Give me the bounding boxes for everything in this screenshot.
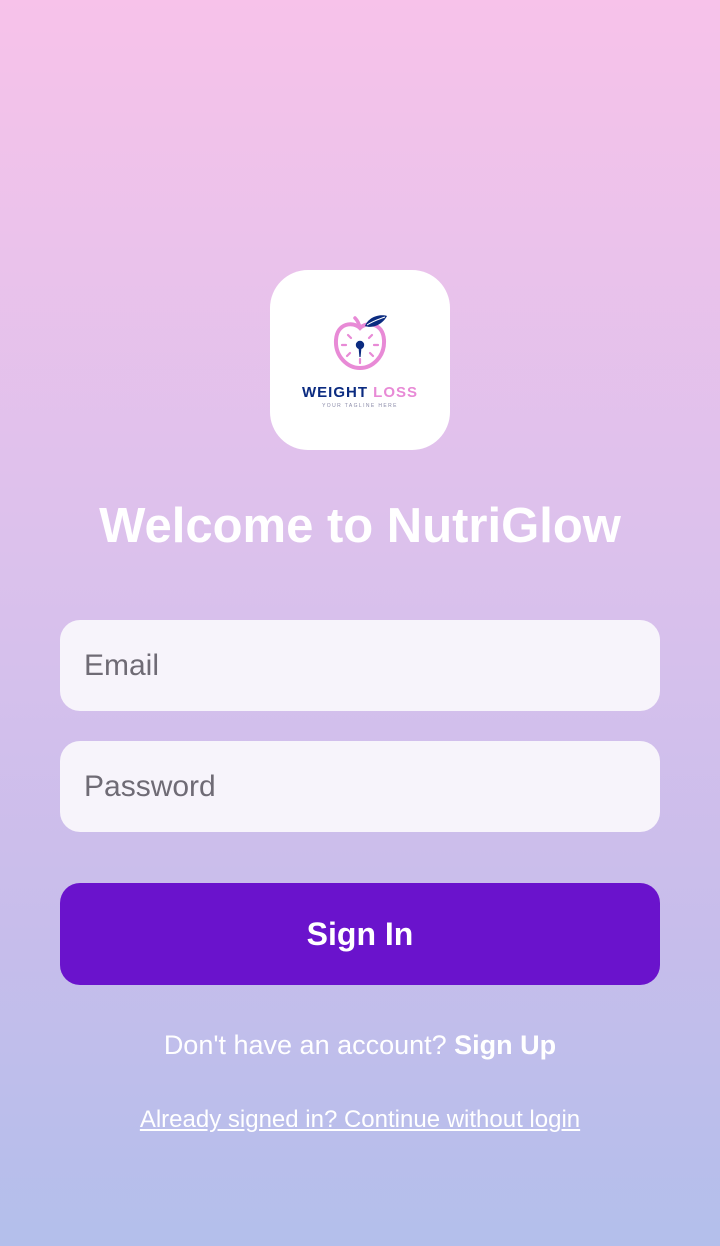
- welcome-title: Welcome to NutriGlow: [99, 499, 621, 553]
- apple-clock-icon: [333, 315, 387, 371]
- continue-without-login-link[interactable]: Already signed in? Continue without logi…: [0, 1104, 720, 1136]
- sign-in-button[interactable]: Sign In: [60, 883, 660, 985]
- password-field[interactable]: [60, 741, 660, 832]
- sign-up-link[interactable]: Sign Up: [454, 1030, 556, 1060]
- logo-tagline: YOUR TAGLINE HERE: [322, 403, 398, 409]
- logo-title: WEIGHT LOSS: [302, 384, 418, 401]
- logo-title-part1: WEIGHT: [301, 384, 368, 401]
- app-logo: WEIGHT LOSS YOUR TAGLINE HERE: [270, 270, 450, 450]
- signup-prompt-text: Don't have an account?: [163, 1030, 455, 1060]
- signup-prompt: Don't have an account? Sign Up: [0, 1027, 720, 1063]
- logo-title-part2: LOSS: [373, 384, 418, 401]
- email-field[interactable]: [60, 620, 660, 711]
